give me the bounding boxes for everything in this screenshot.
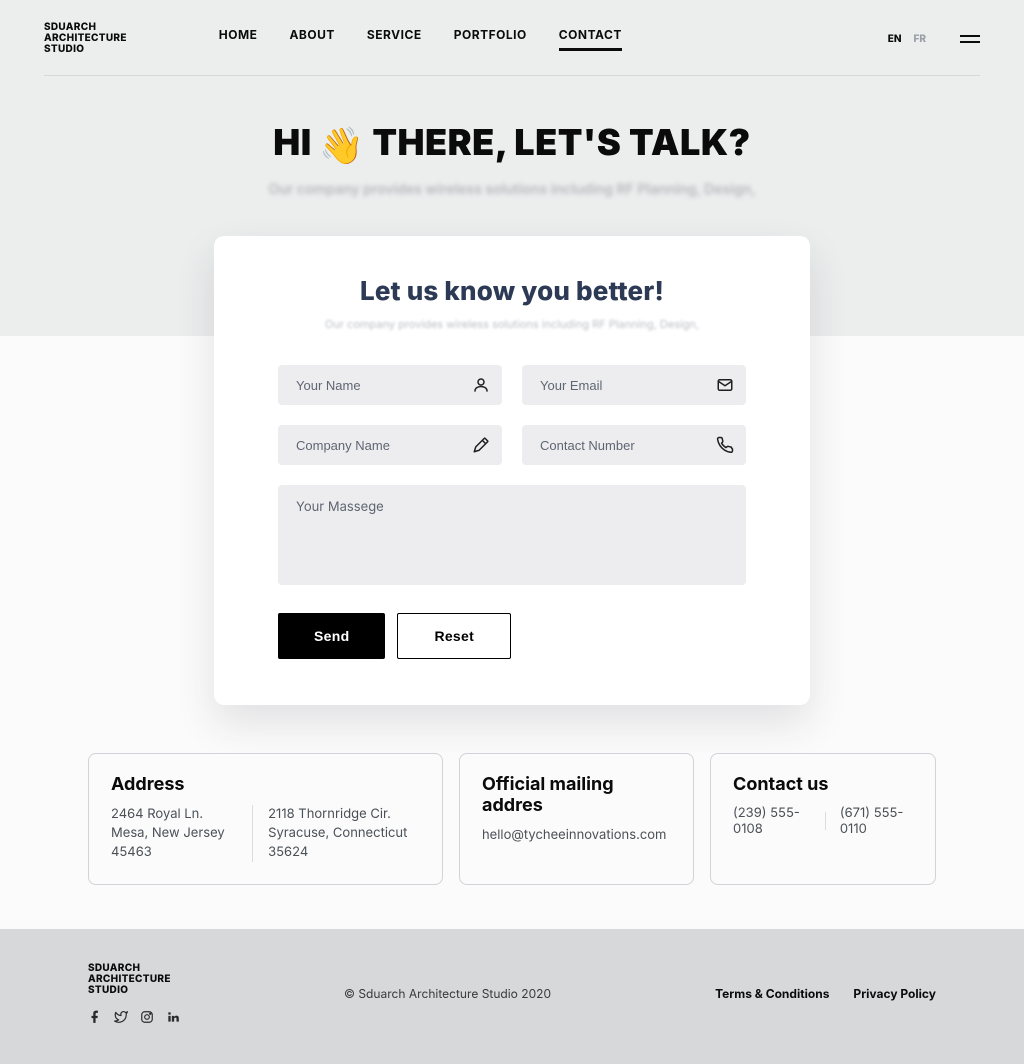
- lang-en[interactable]: EN: [888, 33, 902, 45]
- message-field[interactable]: [278, 485, 746, 585]
- mail-icon: [716, 376, 734, 394]
- footer-links: Terms & Conditions Privacy Policy: [715, 986, 936, 1001]
- address-2: 2118 Thornridge Cir. Syracuse, Connectic…: [268, 805, 420, 862]
- terms-link[interactable]: Terms & Conditions: [715, 986, 829, 1001]
- brand-line-3: STUDIO: [44, 44, 127, 55]
- phone-icon: [716, 436, 734, 454]
- linkedin-icon[interactable]: [166, 1010, 180, 1024]
- user-icon: [472, 376, 490, 394]
- nav-contact[interactable]: CONTACT: [559, 27, 622, 51]
- form-subtitle: Our company provides wireless solutions …: [278, 317, 746, 331]
- nav-about[interactable]: ABOUT: [289, 27, 334, 51]
- lang-fr[interactable]: FR: [914, 33, 926, 45]
- hero-rest: THERE, LET'S TALK?: [372, 120, 750, 164]
- email-field[interactable]: [522, 365, 746, 405]
- mail-value[interactable]: hello@tycheeinnovations.com: [482, 826, 671, 845]
- email-input[interactable]: [522, 378, 746, 393]
- facebook-icon[interactable]: [88, 1010, 102, 1024]
- hamburger-menu-icon[interactable]: [960, 35, 980, 43]
- form-actions: Send Reset: [278, 613, 746, 659]
- footer-left: SDUARCH ARCHITECTURE STUDIO: [88, 963, 180, 1024]
- reset-button[interactable]: Reset: [397, 613, 511, 659]
- hero-subtitle: Our company provides wireless solutions …: [0, 181, 1024, 198]
- phone-input[interactable]: [522, 438, 746, 453]
- hero-title: HI 👋 THERE, LET'S TALK?: [0, 120, 1024, 167]
- primary-nav: HOME ABOUT SERVICE PORTFOLIO CONTACT: [219, 27, 622, 51]
- company-input[interactable]: [278, 438, 502, 453]
- privacy-link[interactable]: Privacy Policy: [853, 986, 936, 1001]
- wave-icon: 👋: [319, 123, 364, 167]
- footer-brand-line-1: SDUARCH: [88, 963, 180, 974]
- contact-card: Let us know you better! Our company prov…: [214, 236, 810, 705]
- footer-brand-line-3: STUDIO: [88, 985, 180, 996]
- phone-2[interactable]: (671) 555-0110: [840, 805, 913, 837]
- form-title: Let us know you better!: [278, 276, 746, 307]
- message-input[interactable]: [278, 485, 746, 585]
- nav-portfolio[interactable]: PORTFOLIO: [454, 27, 527, 51]
- form-grid: [278, 365, 746, 585]
- topbar: SDUARCH ARCHITECTURE STUDIO HOME ABOUT S…: [0, 0, 1024, 75]
- contact-box: Contact us (239) 555-0108 (671) 555-0110: [710, 753, 936, 885]
- info-row: Address 2464 Royal Ln. Mesa, New Jersey …: [0, 753, 1024, 929]
- footer-brand[interactable]: SDUARCH ARCHITECTURE STUDIO: [88, 963, 180, 996]
- footer-brand-line-2: ARCHITECTURE: [88, 974, 180, 985]
- form-section: Let us know you better! Our company prov…: [0, 236, 1024, 753]
- company-field[interactable]: [278, 425, 502, 465]
- twitter-icon[interactable]: [114, 1010, 128, 1024]
- name-input[interactable]: [278, 378, 502, 393]
- nav-service[interactable]: SERVICE: [367, 27, 422, 51]
- hero: HI 👋 THERE, LET'S TALK? Our company prov…: [0, 76, 1024, 236]
- address-title: Address: [111, 774, 420, 795]
- send-button[interactable]: Send: [278, 613, 385, 659]
- phone-1[interactable]: (239) 555-0108: [733, 805, 811, 837]
- brand-logo[interactable]: SDUARCH ARCHITECTURE STUDIO: [44, 22, 127, 55]
- separator-icon: [825, 812, 826, 830]
- hero-hi: HI: [273, 120, 311, 164]
- name-field[interactable]: [278, 365, 502, 405]
- footer: SDUARCH ARCHITECTURE STUDIO © Sduarch Ar…: [0, 929, 1024, 1064]
- instagram-icon[interactable]: [140, 1010, 154, 1024]
- address-box: Address 2464 Royal Ln. Mesa, New Jersey …: [88, 753, 443, 885]
- phone-field[interactable]: [522, 425, 746, 465]
- pen-icon: [472, 436, 490, 454]
- mail-title: Official mailing addres: [482, 774, 671, 816]
- nav-home[interactable]: HOME: [219, 27, 258, 51]
- contact-title: Contact us: [733, 774, 913, 795]
- social-links: [88, 1010, 180, 1024]
- language-switch: EN FR: [888, 33, 980, 45]
- address-1: 2464 Royal Ln. Mesa, New Jersey 45463: [111, 805, 236, 862]
- mail-box: Official mailing addres hello@tycheeinno…: [459, 753, 694, 885]
- footer-copyright: © Sduarch Architecture Studio 2020: [180, 986, 715, 1001]
